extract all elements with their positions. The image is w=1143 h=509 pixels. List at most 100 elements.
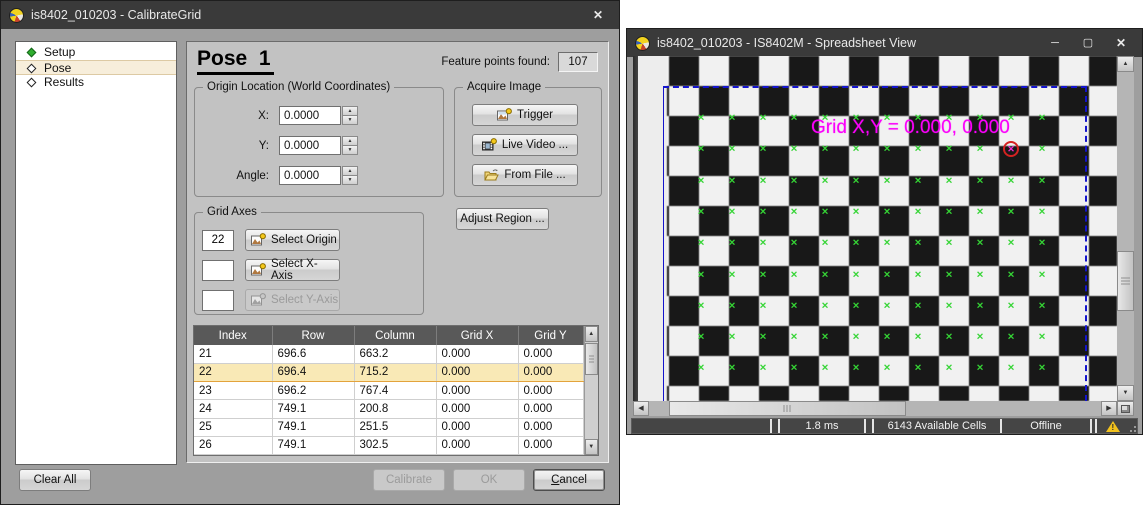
table-scrollbar[interactable]: ▲ ▼ [584,326,599,455]
resize-grip[interactable] [1129,419,1137,433]
feature-point-mark: ✕ [697,270,705,279]
spin-down-icon[interactable]: ▼ [342,146,358,155]
trigger-button[interactable]: Trigger [472,104,578,126]
minimize-icon[interactable]: ─ [1042,34,1068,52]
col-header-grid-y[interactable]: Grid Y [518,326,583,345]
col-header-column[interactable]: Column [354,326,436,345]
feature-point-mark: ✕ [883,270,891,279]
feature-points-layer: ✕✕✕✕✕✕✕✕✕✕✕✕✕✕✕✕✕✕✕✕✕✕✕✕✕✕✕✕✕✕✕✕✕✕✕✕✕✕✕✕… [633,56,1117,401]
status-message-segment [632,419,770,433]
table-row[interactable]: 21696.6663.20.0000.000 [194,345,583,363]
scroll-up-icon[interactable]: ▲ [585,326,599,342]
camera-picture-icon [251,263,266,277]
live-video-button[interactable]: Live Video ... [472,134,578,156]
feature-point-mark: ✕ [976,270,984,279]
tree-item-pose[interactable]: Pose [16,60,176,75]
tree-item-results[interactable]: Results [16,75,176,90]
cancel-button[interactable]: Cancel [533,469,605,491]
spin-down-icon[interactable]: ▼ [342,116,358,125]
warning-indicator[interactable]: ! [1097,419,1129,433]
col-header-row[interactable]: Row [272,326,354,345]
calibration-step-tree: Setup Pose Results [15,41,177,465]
y-spinner[interactable]: ▲▼ [342,136,358,155]
table-cell: 0.000 [518,418,583,436]
scroll-right-icon[interactable]: ▶ [1101,401,1117,416]
close-icon[interactable]: ✕ [1108,34,1134,52]
connection-status: Offline [1002,419,1090,433]
x-field[interactable] [279,106,341,125]
diamond-pending-icon [27,64,37,74]
grid-axes-group: Grid Axes Select Origin [194,212,424,315]
table-cell: 715.2 [354,363,436,381]
feature-point-mark: ✕ [728,176,736,185]
maximize-icon[interactable]: ▢ [1075,34,1101,52]
angle-spinner[interactable]: ▲▼ [342,166,358,185]
select-origin-button[interactable]: Select Origin [245,229,340,251]
y-field[interactable] [279,136,341,155]
origin-index-field[interactable] [202,230,234,251]
scroll-left-icon[interactable]: ◀ [633,401,649,416]
feature-point-mark: ✕ [1038,176,1046,185]
scrollbar-thumb[interactable] [669,401,906,416]
tree-item-setup[interactable]: Setup [16,45,176,60]
feature-point-mark: ✕ [1038,114,1046,123]
col-header-index[interactable]: Index [194,326,272,345]
col-header-grid-x[interactable]: Grid X [436,326,518,345]
table-row[interactable]: 25749.1251.50.0000.000 [194,418,583,436]
table-cell: 749.1 [272,400,354,418]
from-file-button[interactable]: From File ... [472,164,578,186]
feature-point-mark: ✕ [821,207,829,216]
angle-field-label: Angle: [223,170,279,182]
feature-point-mark: ✕ [697,239,705,248]
scrollbar-thumb[interactable] [585,343,599,375]
scroll-up-icon[interactable]: ▲ [1117,56,1134,72]
tree-item-label: Results [44,75,84,89]
feature-points-count: 107 [558,52,598,72]
table-row[interactable]: 22696.4715.20.0000.000 [194,363,583,381]
angle-field[interactable] [279,166,341,185]
selected-origin-marker: ✕ [1003,141,1019,157]
table-cell: 24 [194,400,272,418]
scrollbar-thumb[interactable] [1117,251,1134,311]
scroll-down-icon[interactable]: ▼ [585,439,599,455]
button-label: Adjust Region ... [460,213,544,225]
clear-all-button[interactable]: Clear All [19,469,91,491]
group-title: Origin Location (World Coordinates) [203,80,394,94]
table-cell: 302.5 [354,436,436,454]
spin-up-icon[interactable]: ▲ [342,136,358,146]
feature-point-mark: ✕ [1007,364,1015,373]
feature-point-mark: ✕ [697,207,705,216]
camera-image-viewport[interactable]: ✕✕✕✕✕✕✕✕✕✕✕✕✕✕✕✕✕✕✕✕✕✕✕✕✕✕✕✕✕✕✕✕✕✕✕✕✕✕✕✕… [633,56,1117,401]
table-row[interactable]: 26749.1302.50.0000.000 [194,436,583,454]
close-icon[interactable]: ✕ [585,6,611,24]
scroll-down-icon[interactable]: ▼ [1117,385,1134,401]
horizontal-scrollbar[interactable]: ◀ ▶ [633,401,1117,416]
feature-point-mark: ✕ [945,333,953,342]
spin-up-icon[interactable]: ▲ [342,106,358,116]
select-x-axis-button[interactable]: Select X-Axis [245,259,340,281]
calibrate-title-bar[interactable]: is8402_010203 - CalibrateGrid ✕ [1,1,619,29]
pose-table-body: 21696.6663.20.0000.00022696.4715.20.0000… [194,345,583,455]
tree-item-label: Setup [44,45,75,59]
table-cell: 0.000 [436,363,518,381]
feature-point-mark: ✕ [945,176,953,185]
feature-point-mark: ✕ [821,239,829,248]
x-axis-index-field[interactable] [202,260,234,281]
status-bar: 1.8 ms 6143 Available Cells Offline ! [631,418,1138,434]
spreadsheet-title-bar[interactable]: is8402_010203 - IS8402M - Spreadsheet Vi… [627,29,1142,57]
feature-point-mark: ✕ [821,301,829,310]
x-field-label: X: [223,110,279,122]
display-options-button[interactable] [1117,401,1134,416]
table-cell: 0.000 [436,418,518,436]
feature-point-mark: ✕ [883,239,891,248]
spin-up-icon[interactable]: ▲ [342,166,358,176]
x-spinner[interactable]: ▲▼ [342,106,358,125]
table-row[interactable]: 23696.2767.40.0000.000 [194,382,583,400]
spin-down-icon[interactable]: ▼ [342,176,358,185]
table-cell: 749.1 [272,436,354,454]
adjust-region-button[interactable]: Adjust Region ... [456,208,549,230]
acquire-image-group: Acquire Image Trigger Live V [454,87,602,197]
table-cell: 0.000 [518,382,583,400]
vertical-scrollbar[interactable]: ▲ ▼ [1117,56,1134,401]
table-row[interactable]: 24749.1200.80.0000.000 [194,400,583,418]
